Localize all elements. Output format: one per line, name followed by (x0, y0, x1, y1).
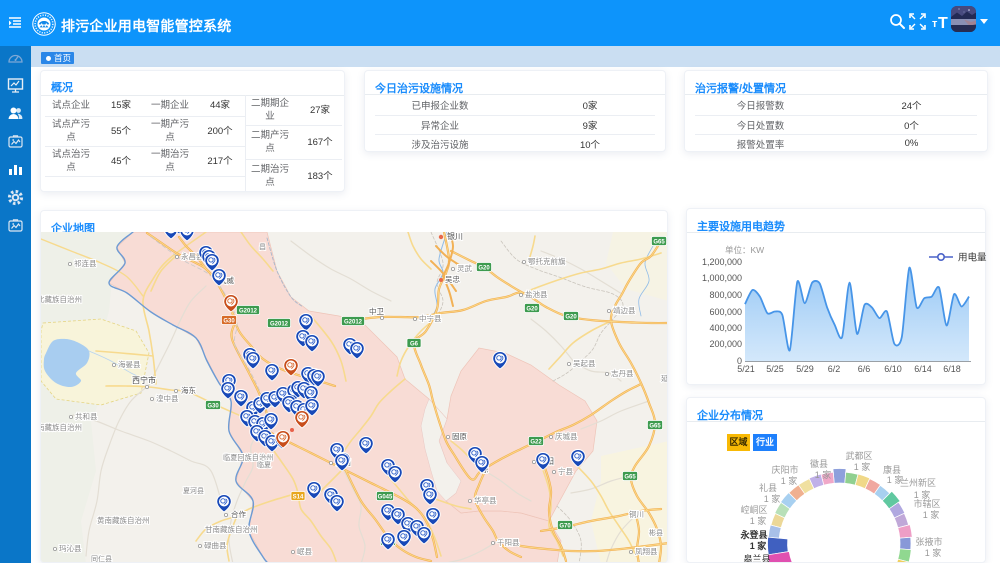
svg-text:崆峒区: 崆峒区 (740, 504, 767, 515)
svg-text:6/14: 6/14 (914, 364, 932, 374)
svg-text:G6: G6 (410, 342, 419, 348)
svg-text:G22: G22 (530, 440, 542, 446)
svg-text:志丹县: 志丹县 (611, 368, 634, 378)
svg-text:祁连县: 祁连县 (74, 258, 97, 268)
svg-text:单位：KW: 单位：KW (725, 245, 764, 255)
svg-text:鄂托克前旗: 鄂托克前旗 (528, 256, 566, 266)
svg-text:1 家: 1 家 (764, 493, 781, 504)
svg-text:海晏县: 海晏县 (118, 359, 141, 369)
svg-text:碌曲县: 碌曲县 (204, 540, 227, 550)
svg-text:西宁市: 西宁市 (132, 375, 156, 385)
svg-text:6/6: 6/6 (858, 364, 871, 374)
svg-text:G045: G045 (378, 495, 393, 501)
svg-text:800,000: 800,000 (709, 290, 742, 300)
svg-text:吴忠: 吴忠 (445, 275, 460, 284)
svg-text:皋兰县: 皋兰县 (743, 553, 770, 563)
svg-text:凤翔县: 凤翔县 (635, 546, 658, 556)
svg-text:5/21: 5/21 (737, 364, 755, 374)
svg-text:张掖市: 张掖市 (915, 536, 942, 547)
svg-text:T: T (938, 15, 948, 30)
svg-text:昌: 昌 (259, 243, 266, 251)
svg-text:5/29: 5/29 (796, 364, 814, 374)
svg-text:灵武: 灵武 (457, 263, 472, 273)
svg-text:同仁县: 同仁县 (91, 554, 112, 563)
svg-text:共和县: 共和县 (75, 412, 98, 421)
svg-text:武都区: 武都区 (845, 450, 872, 461)
svg-text:甘南藏族自治州: 甘南藏族自治州 (205, 524, 258, 534)
svg-text:1 家: 1 家 (815, 469, 832, 480)
svg-text:用电量: 用电量 (958, 252, 987, 264)
svg-text:临夏: 临夏 (257, 460, 271, 469)
svg-text:康县: 康县 (883, 464, 901, 475)
svg-text:礼县: 礼县 (759, 482, 777, 493)
svg-text:中卫: 中卫 (369, 306, 384, 316)
svg-text:彬县: 彬县 (649, 528, 663, 537)
svg-text:延安: 延安 (661, 373, 668, 383)
svg-text:黄南藏族自治州: 黄南藏族自治州 (97, 515, 150, 525)
svg-text:400,000: 400,000 (709, 323, 742, 333)
svg-text:合作: 合作 (231, 509, 246, 519)
svg-text:G20: G20 (565, 315, 577, 321)
svg-text:1 家: 1 家 (925, 547, 942, 558)
svg-text:南藏族自治州: 南藏族自治州 (41, 422, 82, 432)
svg-text:徽县: 徽县 (810, 458, 828, 469)
svg-text:盐池县: 盐池县 (525, 289, 548, 299)
svg-text:1 家: 1 家 (750, 515, 767, 526)
svg-text:G2012: G2012 (239, 309, 258, 315)
svg-text:6/18: 6/18 (943, 364, 961, 374)
svg-text:靖边县: 靖边县 (613, 305, 636, 315)
svg-text:600,000: 600,000 (709, 307, 742, 317)
svg-text:玛沁县: 玛沁县 (59, 543, 82, 553)
svg-text:铜川: 铜川 (629, 509, 644, 519)
svg-text:银川: 银川 (447, 232, 463, 241)
svg-text:G30: G30 (207, 404, 219, 410)
svg-text:6/2: 6/2 (828, 364, 841, 374)
svg-text:5/25: 5/25 (766, 364, 784, 374)
svg-text:庆阳市: 庆阳市 (771, 464, 798, 475)
svg-text:G65: G65 (653, 240, 665, 246)
svg-text:海东: 海东 (181, 385, 196, 395)
svg-text:庆城县: 庆城县 (555, 431, 578, 441)
svg-text:宁县: 宁县 (558, 466, 573, 476)
svg-text:1 家: 1 家 (781, 475, 798, 486)
svg-text:临夏回族自治州: 临夏回族自治州 (223, 453, 273, 462)
svg-text:G2012: G2012 (344, 320, 363, 326)
svg-text:G20: G20 (526, 307, 538, 313)
svg-text:G2012: G2012 (270, 322, 289, 328)
svg-text:G30: G30 (223, 319, 235, 325)
svg-text:G20: G20 (478, 266, 490, 272)
svg-text:北藏族自治州: 北藏族自治州 (41, 294, 82, 304)
svg-text:夏河县: 夏河县 (183, 487, 204, 495)
svg-text:G70: G70 (559, 524, 571, 530)
svg-text:吴起县: 吴起县 (573, 359, 596, 368)
svg-text:千阳县: 千阳县 (497, 537, 520, 547)
svg-text:G65: G65 (624, 475, 636, 481)
svg-text:S14: S14 (293, 495, 304, 501)
svg-text:岷县: 岷县 (297, 547, 312, 556)
svg-text:固原: 固原 (452, 432, 467, 441)
svg-text:G65: G65 (649, 424, 661, 430)
svg-text:200,000: 200,000 (709, 339, 742, 349)
svg-text:永登县: 永登县 (739, 529, 767, 540)
svg-text:1 家: 1 家 (750, 540, 768, 551)
svg-text:华亭县: 华亭县 (474, 495, 497, 505)
svg-text:湟中县: 湟中县 (156, 393, 179, 403)
svg-text:市辖区: 市辖区 (913, 498, 940, 509)
svg-text:1,000,000: 1,000,000 (702, 273, 742, 283)
svg-text:1 家: 1 家 (923, 509, 940, 520)
svg-text:兰州新区: 兰州新区 (900, 477, 936, 488)
svg-text:1 家: 1 家 (854, 461, 871, 472)
svg-text:1,200,000: 1,200,000 (702, 257, 742, 267)
svg-text:中宁县: 中宁县 (419, 313, 442, 323)
svg-text:6/10: 6/10 (884, 364, 902, 374)
